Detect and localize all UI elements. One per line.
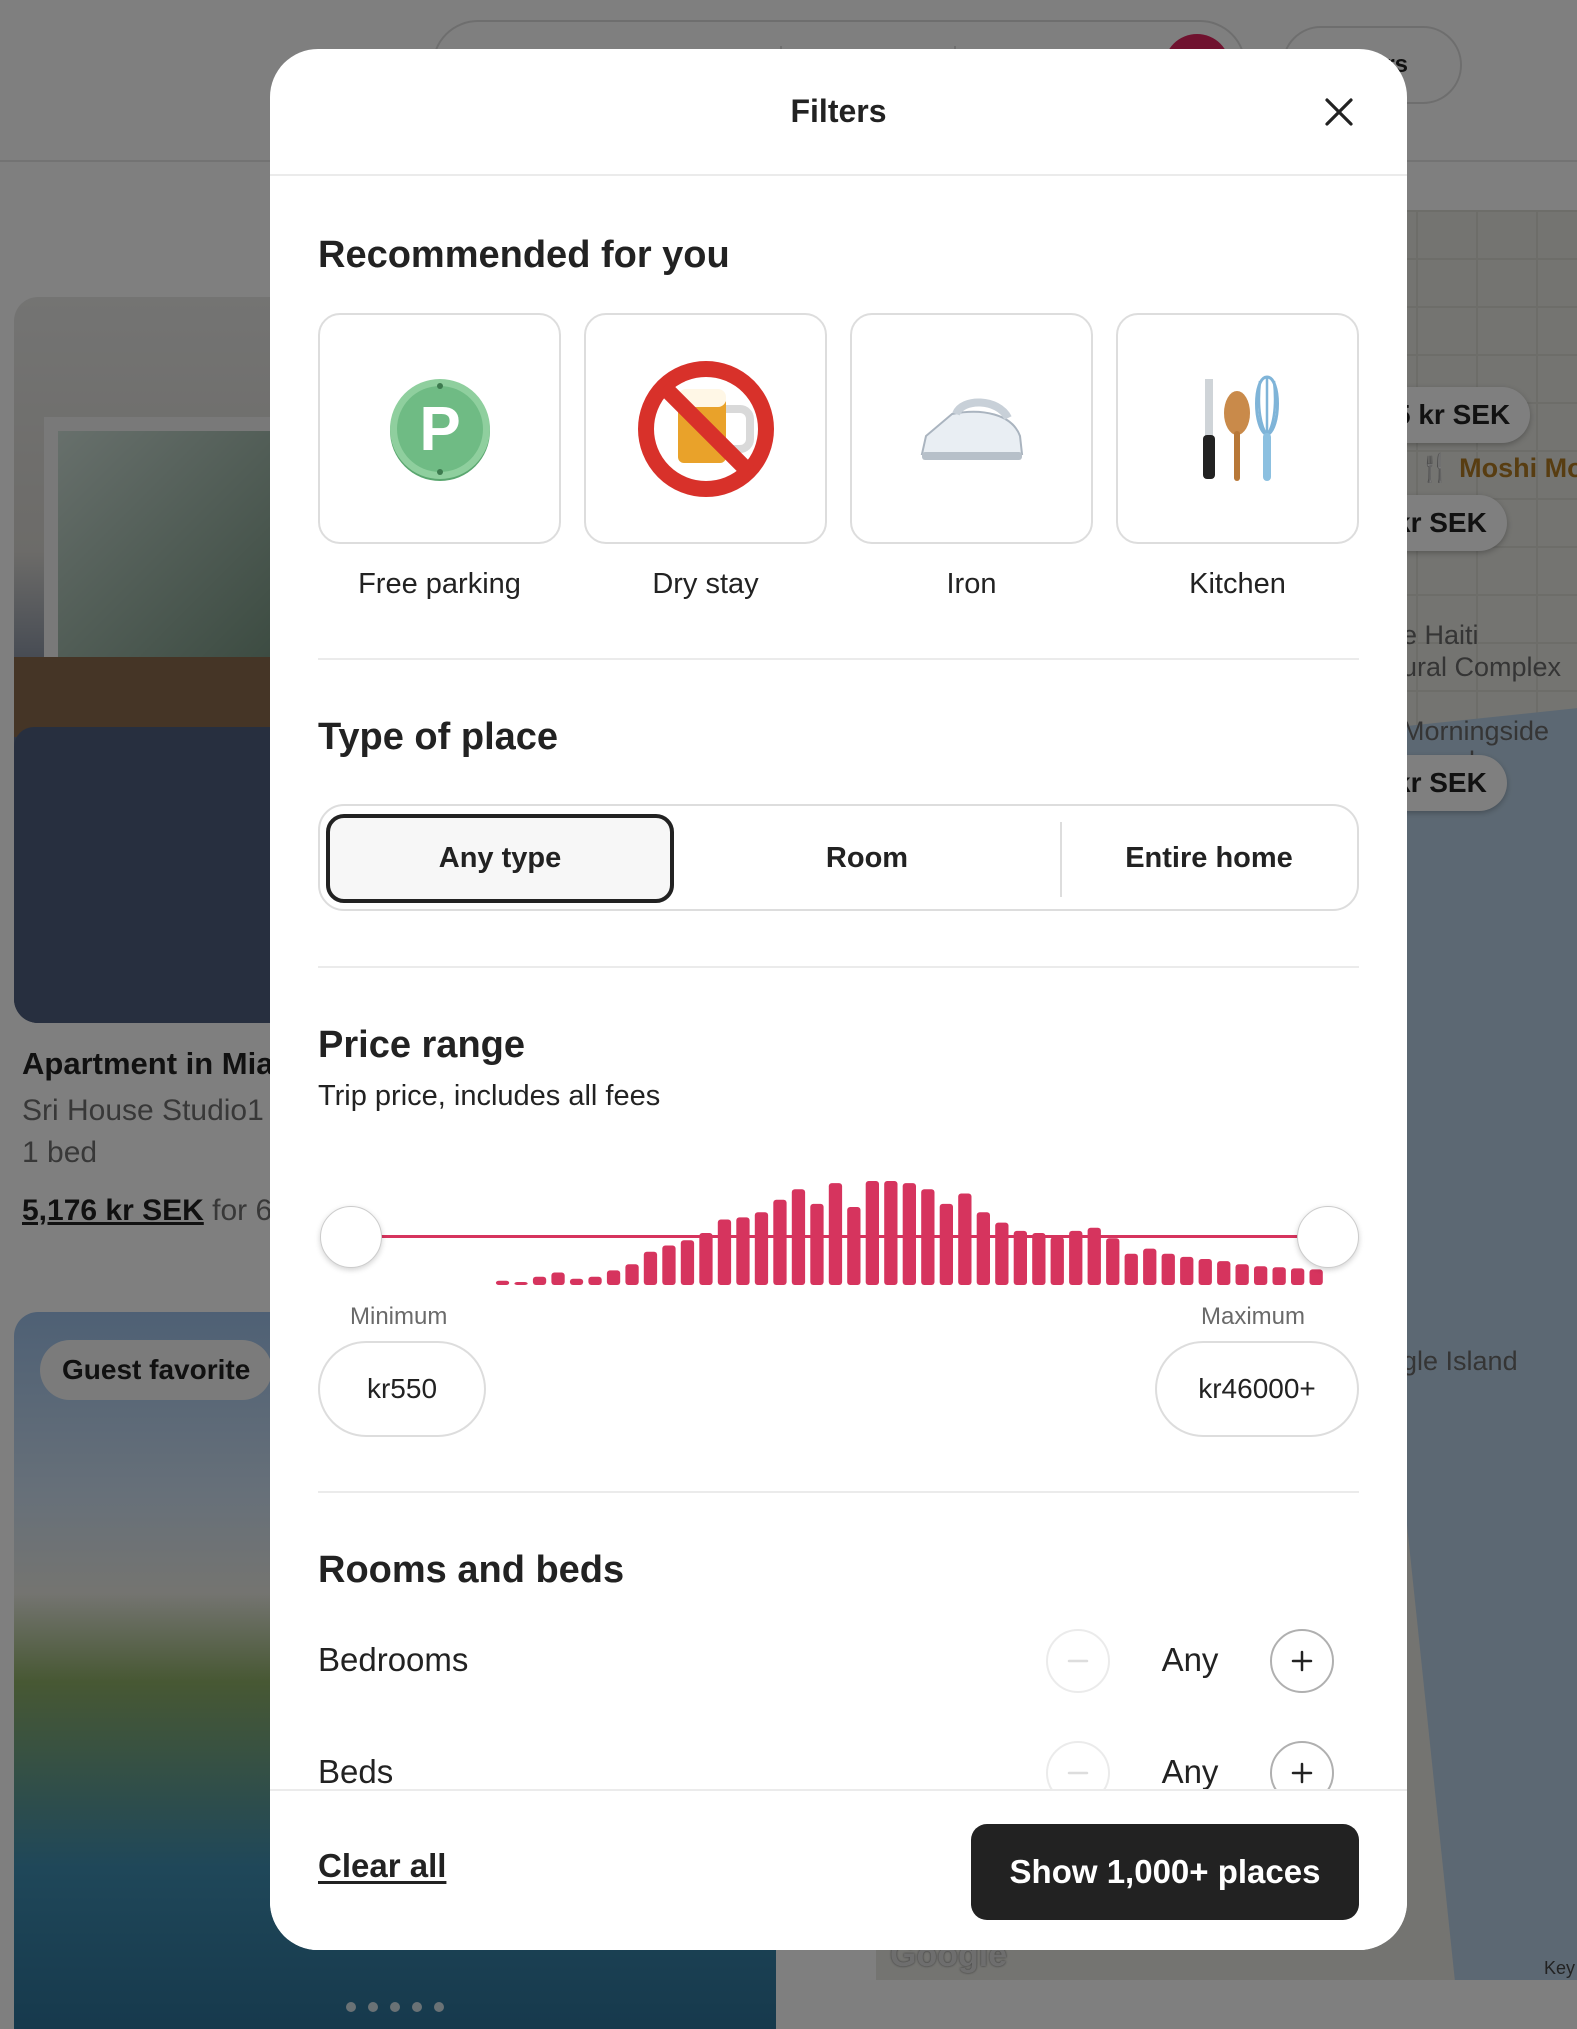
beds-value: Any xyxy=(1161,1753,1219,1790)
iron-icon xyxy=(920,398,1023,460)
histogram-bar xyxy=(1254,1266,1268,1285)
histogram-bar xyxy=(736,1217,750,1285)
histogram-bar xyxy=(1272,1267,1286,1285)
type-option-room[interactable]: Room xyxy=(680,814,1054,903)
amenity-label: Kitchen xyxy=(1189,568,1286,600)
histogram-bar xyxy=(569,1278,584,1285)
type-option-entire-home[interactable]: Entire home xyxy=(1064,814,1354,903)
amenity-dry-stay[interactable] xyxy=(584,313,827,544)
beds-label: Beds xyxy=(318,1753,394,1790)
histogram-bar xyxy=(1069,1230,1083,1285)
bedrooms-decrement-button[interactable] xyxy=(1046,1629,1110,1693)
parking-icon: P xyxy=(389,378,490,481)
histogram-bar xyxy=(1032,1233,1046,1285)
histogram-bar xyxy=(939,1203,953,1285)
price-range-subtitle: Trip price, includes all fees xyxy=(318,1080,661,1112)
histogram-bar xyxy=(551,1272,565,1285)
histogram-bar xyxy=(1143,1248,1157,1285)
histogram-bar xyxy=(1235,1264,1249,1285)
plus-icon xyxy=(1291,1762,1313,1784)
histogram-bar xyxy=(643,1251,658,1285)
histogram-bar xyxy=(514,1282,528,1285)
histogram-bar xyxy=(810,1203,824,1285)
histogram-bar xyxy=(976,1212,990,1285)
modal-footer: Clear all Show 1,000+ places xyxy=(270,1789,1407,1950)
histogram-bar xyxy=(532,1276,547,1285)
histogram-bar xyxy=(958,1193,972,1285)
price-histogram xyxy=(495,1181,1323,1285)
bedrooms-value: Any xyxy=(1161,1641,1219,1678)
show-places-button[interactable]: Show 1,000+ places xyxy=(971,1824,1359,1920)
histogram-bar xyxy=(1180,1256,1194,1285)
section-divider xyxy=(318,966,1359,968)
histogram-bar xyxy=(884,1181,898,1285)
section-divider xyxy=(318,1491,1359,1493)
price-slider-max-handle[interactable] xyxy=(1297,1206,1359,1268)
type-of-place-selector: Any type Room Entire home xyxy=(318,804,1359,911)
histogram-bar xyxy=(1161,1253,1175,1285)
histogram-bar xyxy=(1198,1259,1212,1285)
bedrooms-increment-button[interactable] xyxy=(1270,1629,1334,1693)
histogram-bar xyxy=(1106,1238,1120,1285)
amenity-label: Free parking xyxy=(358,568,521,600)
amenity-label: Dry stay xyxy=(652,568,759,600)
maximum-price-input[interactable]: kr46000+ xyxy=(1155,1341,1359,1437)
histogram-bar xyxy=(717,1219,732,1285)
histogram-bar xyxy=(754,1212,769,1285)
amenity-kitchen[interactable] xyxy=(1116,313,1359,544)
histogram-bar xyxy=(847,1207,861,1285)
maximum-label: Maximum xyxy=(1201,1303,1306,1330)
minus-icon xyxy=(1067,1659,1089,1663)
type-option-any[interactable]: Any type xyxy=(326,814,674,903)
rooms-and-beds-title: Rooms and beds xyxy=(318,1549,625,1591)
amenity-iron[interactable] xyxy=(850,313,1093,544)
histogram-bar xyxy=(1050,1237,1064,1285)
histogram-bar xyxy=(1291,1268,1305,1285)
bedrooms-label: Bedrooms xyxy=(318,1641,469,1678)
minimum-price-input[interactable]: kr550 xyxy=(318,1341,486,1437)
section-divider xyxy=(318,658,1359,660)
close-button[interactable] xyxy=(1322,95,1356,129)
histogram-bar xyxy=(625,1264,639,1285)
recommended-title: Recommended for you xyxy=(318,234,730,276)
histogram-bar xyxy=(606,1270,621,1285)
minimum-label: Minimum xyxy=(350,1303,448,1330)
modal-title: Filters xyxy=(790,93,887,129)
histogram-bar xyxy=(588,1276,602,1285)
histogram-bar xyxy=(662,1245,676,1285)
filters-modal: Filters Recommended for you P Free parki… xyxy=(270,49,1407,1950)
histogram-bar xyxy=(1217,1261,1231,1285)
no-alcohol-icon xyxy=(637,360,774,497)
histogram-bar xyxy=(1309,1269,1323,1285)
histogram-bar xyxy=(1124,1253,1138,1285)
close-icon xyxy=(1325,98,1353,126)
amenity-label: Iron xyxy=(946,568,997,600)
price-slider-min-handle[interactable] xyxy=(320,1206,382,1268)
histogram-bar xyxy=(865,1181,879,1285)
modal-header: Filters xyxy=(270,49,1407,176)
minus-icon xyxy=(1067,1771,1089,1775)
histogram-bar xyxy=(1013,1230,1027,1285)
type-of-place-title: Type of place xyxy=(318,716,559,758)
price-slider-track[interactable] xyxy=(348,1235,1328,1238)
histogram-bar xyxy=(773,1199,787,1285)
amenity-free-parking[interactable]: P xyxy=(318,313,561,544)
plus-icon xyxy=(1291,1650,1313,1672)
svg-text:P: P xyxy=(419,395,460,464)
histogram-bar xyxy=(495,1280,510,1285)
histogram-bar xyxy=(680,1240,695,1285)
histogram-bar xyxy=(699,1233,713,1285)
price-range-title: Price range xyxy=(318,1024,525,1066)
type-option-divider xyxy=(1060,822,1062,897)
clear-all-button[interactable]: Clear all xyxy=(318,1847,446,1885)
histogram-bar xyxy=(995,1222,1009,1285)
kitchen-utensils-icon xyxy=(1202,374,1279,481)
